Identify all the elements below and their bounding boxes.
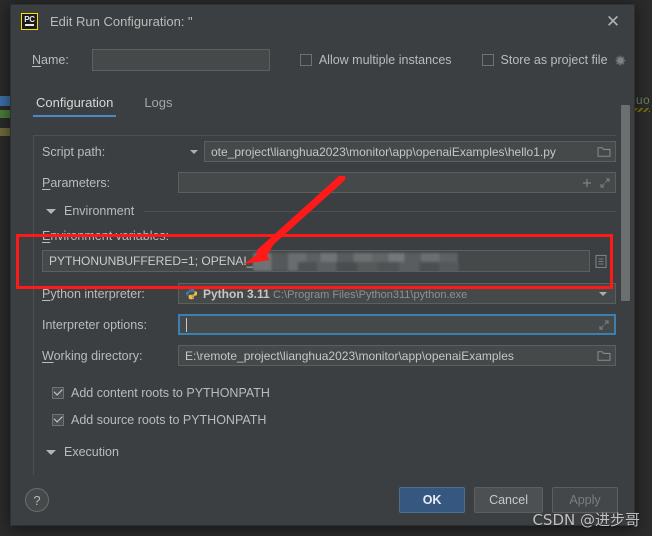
- section-divider: [144, 210, 616, 212]
- python-interpreter-row: Python interpreter: Python 3.11 C:\Progr…: [34, 278, 616, 309]
- checkbox-box: [299, 54, 312, 66]
- dialog-titlebar: PC Edit Run Configuration: " ✕: [11, 5, 634, 37]
- script-path-field[interactable]: ote_project\lianghua2023\monitor\app\ope…: [204, 141, 616, 162]
- help-button[interactable]: ?: [25, 488, 49, 512]
- allow-multiple-instances-checkbox[interactable]: Allow multiple instances: [299, 53, 452, 67]
- text-caret: [186, 317, 592, 332]
- dialog-tabs: Configuration Logs: [11, 87, 634, 117]
- folder-icon[interactable]: [597, 350, 611, 362]
- bg-marker: [0, 128, 10, 136]
- store-as-project-file-label: Store as project file: [500, 53, 608, 67]
- python-interpreter-name: Python 3.11: [203, 286, 270, 301]
- working-directory-label: Working directory:: [42, 348, 143, 363]
- interpreter-options-label: Interpreter options:: [42, 317, 147, 332]
- python-interpreter-label: Python interpreter:: [42, 286, 145, 301]
- close-icon[interactable]: ✕: [600, 8, 626, 34]
- script-path-label: Script path:: [42, 144, 106, 159]
- name-row: Name: Allow multiple instances Store as …: [11, 43, 634, 77]
- parameters-row: Parameters:: [34, 167, 616, 198]
- name-label: Name:: [32, 53, 69, 67]
- chevron-down-icon[interactable]: [178, 149, 204, 154]
- script-path-value: ote_project\lianghua2023\monitor\app\ope…: [211, 144, 556, 159]
- python-interpreter-path: C:\Program Files\Python311\python.exe: [273, 288, 468, 301]
- parameters-field[interactable]: [178, 172, 616, 193]
- panel-scrollbar[interactable]: [621, 105, 630, 469]
- add-source-roots-checkbox[interactable]: Add source roots to PYTHONPATH: [34, 406, 616, 433]
- add-content-roots-checkbox[interactable]: Add content roots to PYTHONPATH: [34, 379, 616, 406]
- watermark: CSDN @进步哥: [532, 511, 640, 529]
- chevron-down-icon[interactable]: [599, 291, 607, 296]
- checkbox-box: [52, 413, 64, 426]
- environment-variables-row: PYTHONUNBUFFERED=1; OPENAI_API_KEY=sk-xM…: [34, 248, 616, 274]
- tab-configuration[interactable]: Configuration: [33, 95, 124, 117]
- execution-section-label: Execution: [64, 447, 119, 457]
- python-logo-icon: [185, 287, 198, 300]
- bg-marker: [0, 110, 10, 118]
- bg-marker: [0, 96, 10, 106]
- dialog-title: Edit Run Configuration: ": [50, 13, 193, 29]
- python-interpreter-field[interactable]: Python 3.11 C:\Program Files\Python311\p…: [178, 283, 616, 304]
- interpreter-options-row: Interpreter options:: [34, 309, 616, 340]
- triangle-down-icon: [46, 208, 56, 214]
- expand-icon[interactable]: [598, 319, 610, 331]
- add-source-roots-label: Add source roots to PYTHONPATH: [71, 412, 267, 427]
- edit-run-configuration-dialog: PC Edit Run Configuration: " ✕ Name: All…: [10, 4, 635, 526]
- script-path-row: Script path: ote_project\lianghua2023\mo…: [34, 136, 616, 167]
- tab-logs[interactable]: Logs: [141, 95, 183, 117]
- working-directory-field[interactable]: E:\remote_project\lianghua2023\monitor\a…: [178, 345, 616, 366]
- checkbox-box: [52, 386, 64, 399]
- scrollbar-thumb[interactable]: [621, 105, 630, 301]
- environment-section-label: Environment: [64, 204, 135, 218]
- plus-icon[interactable]: [581, 177, 593, 189]
- list-icon[interactable]: [594, 254, 608, 269]
- working-directory-row: Working directory: E:\remote_project\lia…: [34, 340, 616, 371]
- name-input[interactable]: [91, 49, 270, 71]
- interpreter-options-field[interactable]: [178, 314, 616, 335]
- folder-icon[interactable]: [597, 146, 611, 158]
- environment-variables-label: Environment variables:: [42, 229, 170, 243]
- working-directory-value: E:\remote_project\lianghua2023\monitor\a…: [185, 348, 514, 363]
- checkbox-box: [481, 54, 494, 66]
- allow-multiple-instances-label: Allow multiple instances: [318, 53, 452, 67]
- environment-section-header[interactable]: Environment: [34, 198, 616, 224]
- configuration-panel: Script path: ote_project\lianghua2023\mo…: [33, 135, 616, 475]
- execution-section-header[interactable]: Execution: [34, 447, 616, 457]
- redacted-api-key-mask-2: [298, 262, 458, 271]
- triangle-down-icon: [46, 449, 56, 455]
- expand-icon[interactable]: [599, 177, 611, 189]
- parameters-label: Parameters:: [42, 175, 111, 190]
- gear-icon[interactable]: [614, 54, 627, 67]
- add-content-roots-label: Add content roots to PYTHONPATH: [71, 385, 270, 400]
- ok-button[interactable]: OK: [399, 487, 466, 513]
- environment-variables-field[interactable]: PYTHONUNBUFFERED=1; OPENAI_API_KEY=sk-xM…: [42, 250, 590, 272]
- bg-code-text: uo: [635, 94, 650, 108]
- store-as-project-file-checkbox[interactable]: Store as project file: [481, 53, 627, 67]
- pycharm-pc-icon: PC: [21, 12, 38, 30]
- environment-variables-label-row: Environment variables:: [34, 224, 616, 248]
- python-interpreter-value: Python 3.11 C:\Program Files\Python311\p…: [203, 287, 593, 301]
